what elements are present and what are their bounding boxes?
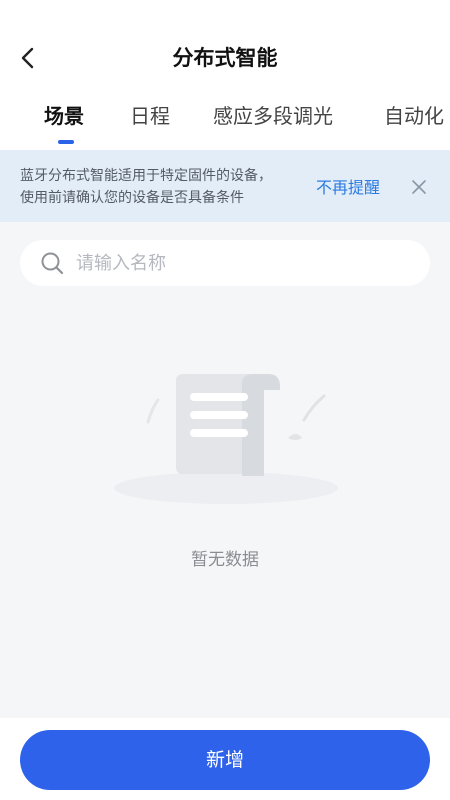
page-title: 分布式智能 bbox=[172, 46, 278, 70]
notice-text: 蓝牙分布式智能适用于特定固件的设备， 使用前请确认您的设备是否具备条件 bbox=[20, 165, 300, 209]
empty-state-text: 暂无数据 bbox=[191, 550, 259, 570]
tab-sensor-dimming[interactable]: 感应多段调光 bbox=[213, 96, 333, 136]
notice-close-button[interactable] bbox=[408, 176, 430, 198]
notice-line-1: 蓝牙分布式智能适用于特定固件的设备， bbox=[20, 168, 272, 184]
search-input[interactable] bbox=[76, 240, 416, 286]
notice-banner: 蓝牙分布式智能适用于特定固件的设备， 使用前请确认您的设备是否具备条件 bbox=[0, 150, 450, 222]
search-icon bbox=[41, 252, 64, 275]
tab-automation[interactable]: 自动化 bbox=[384, 96, 444, 136]
empty-document-icon bbox=[114, 374, 338, 504]
add-button[interactable]: 新增 bbox=[20, 730, 430, 790]
search-bar bbox=[20, 240, 430, 286]
notice-line-2: 使用前请确认您的设备是否具备条件 bbox=[20, 190, 244, 206]
close-icon bbox=[412, 180, 426, 194]
tab-schedule[interactable]: 日程 bbox=[130, 96, 170, 136]
tab-scene[interactable]: 场景 bbox=[44, 96, 84, 136]
active-tab-indicator bbox=[58, 140, 74, 144]
dismiss-forever-link[interactable]: 不再提醒 bbox=[316, 174, 380, 198]
